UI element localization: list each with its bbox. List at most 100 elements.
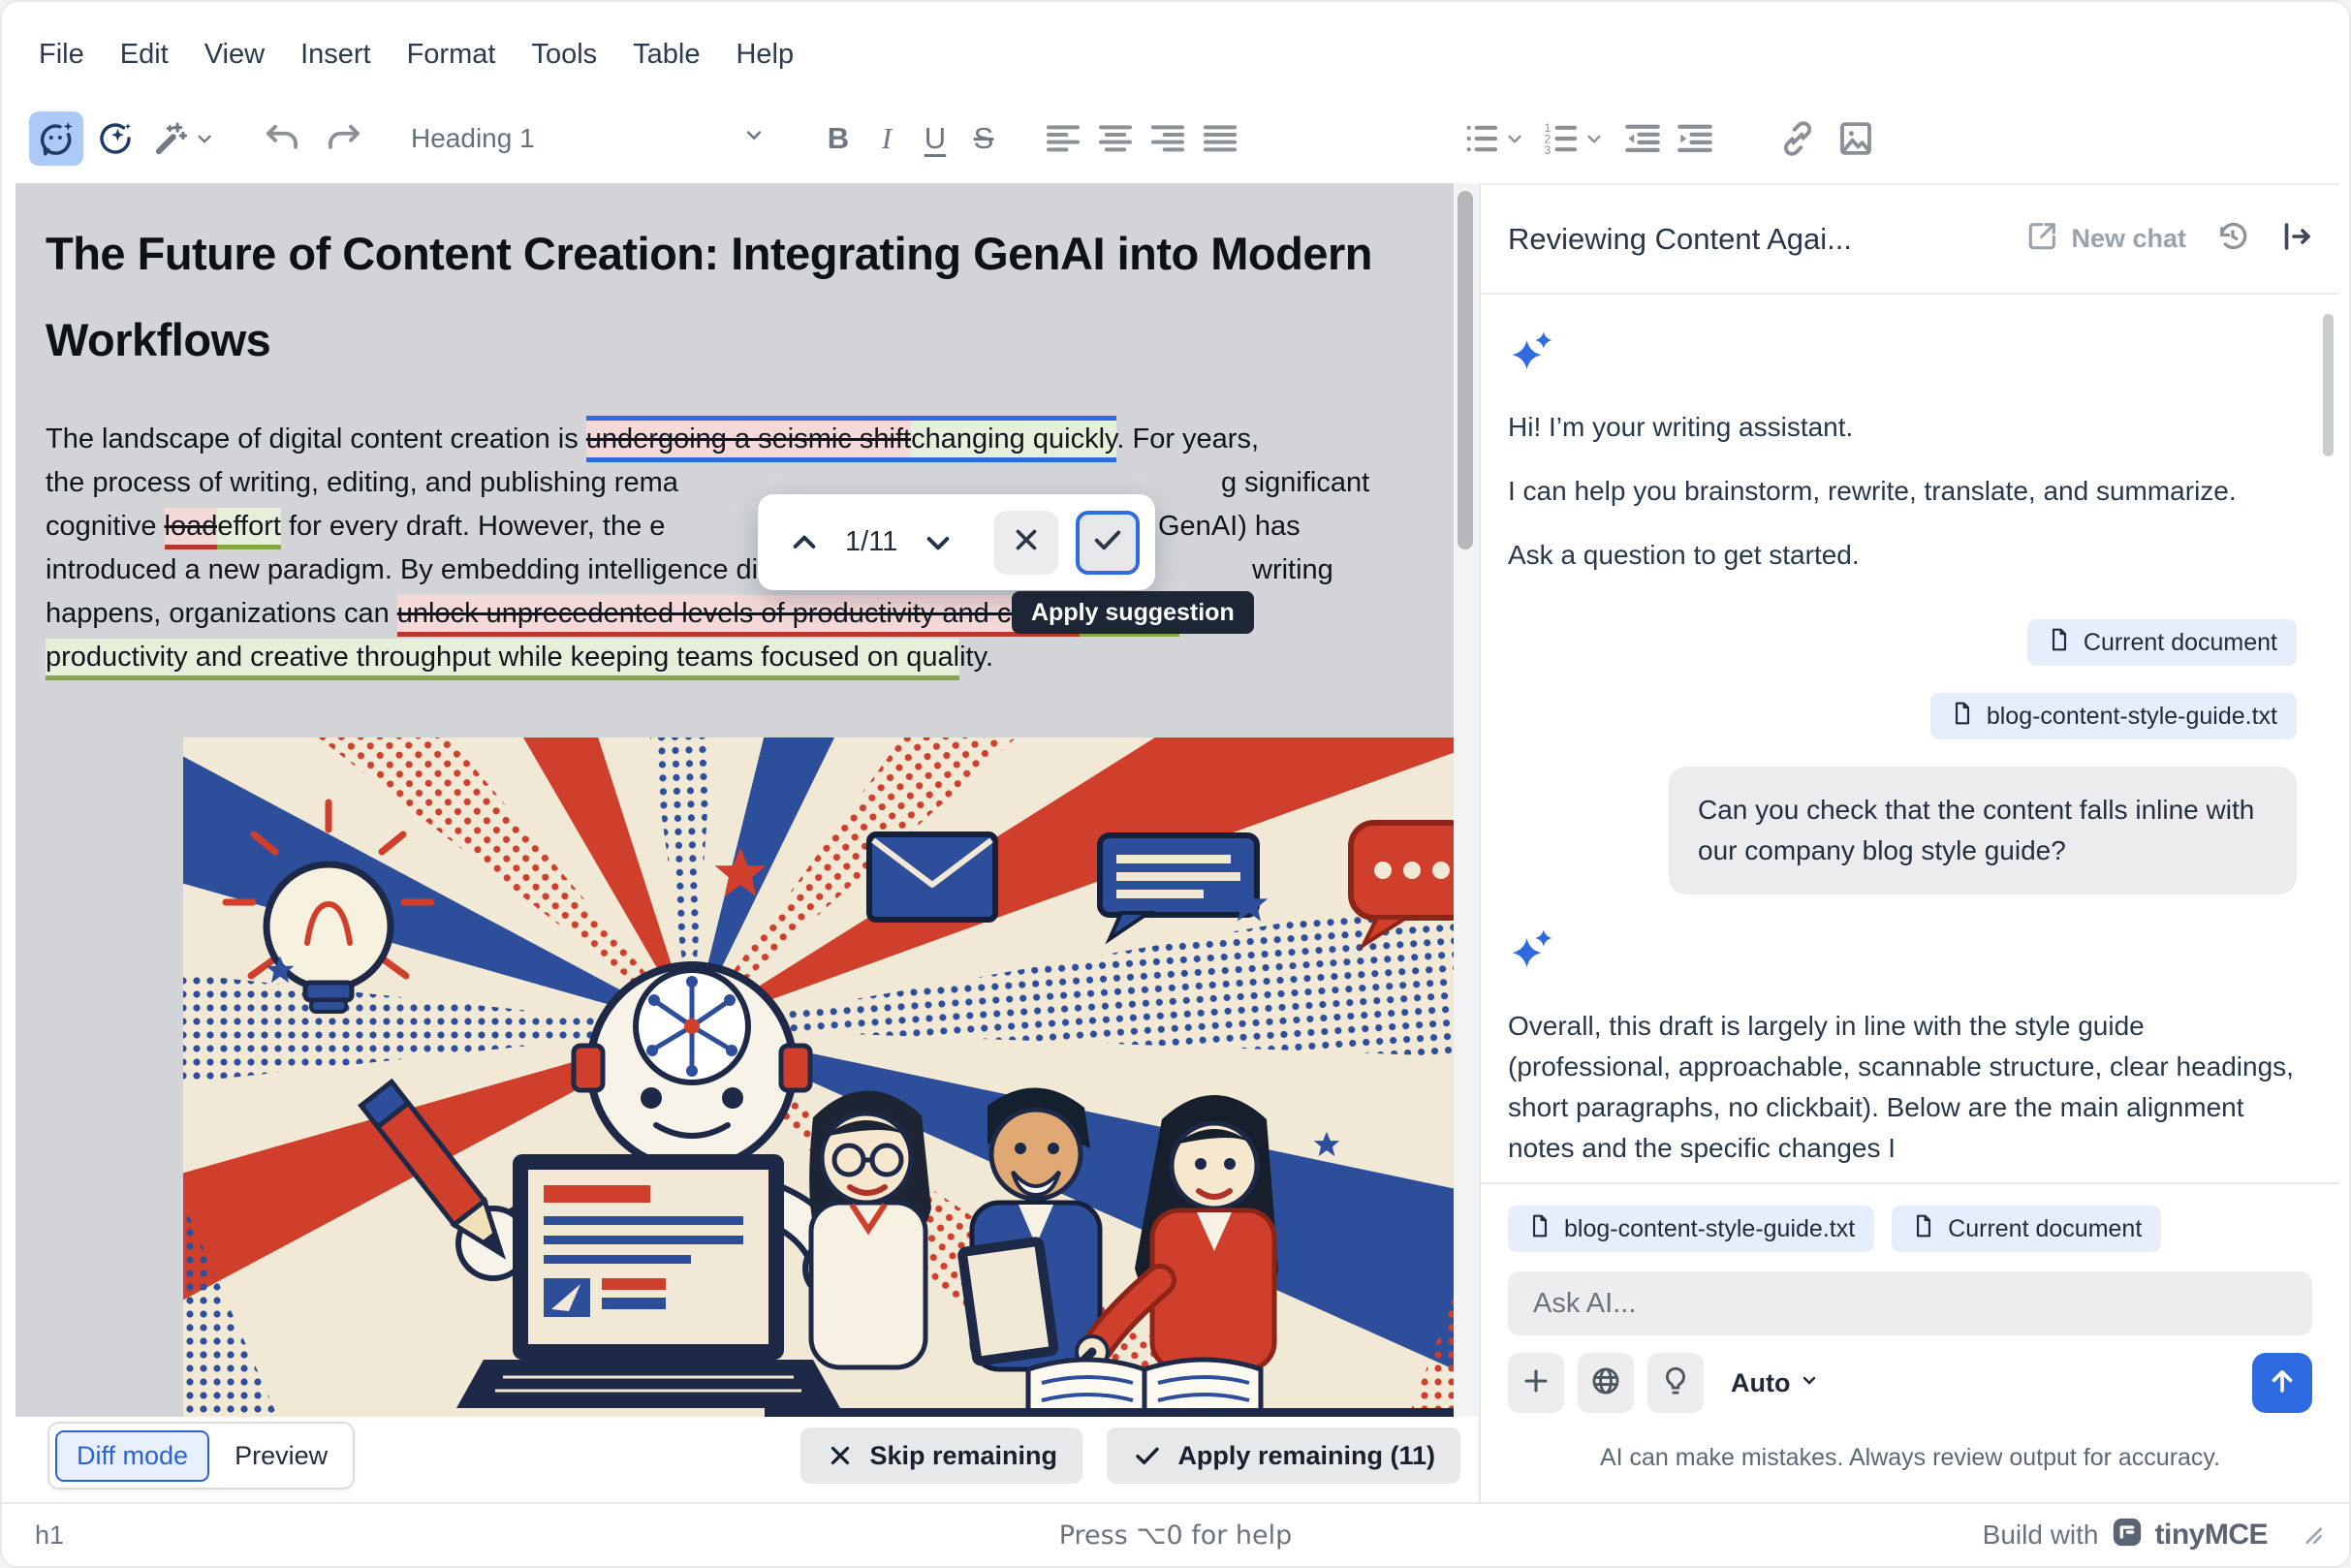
paragraph-line[interactable]: cognitive loadeffort for every draft. Ho…	[46, 505, 1386, 549]
check-icon	[1132, 1440, 1163, 1471]
redo-button[interactable]	[322, 113, 366, 164]
align-right-button[interactable]	[1145, 113, 1190, 164]
paragraph-line[interactable]: productivity and creative throughput whi…	[46, 636, 1386, 679]
document-paragraph[interactable]: The landscape of digital content creatio…	[46, 418, 1386, 679]
undo-button[interactable]	[260, 113, 304, 164]
send-button[interactable]	[2252, 1353, 2312, 1413]
diff-del[interactable]: unlock unprecedented levels of productiv…	[397, 595, 1080, 637]
tinymce-logo-icon	[2111, 1516, 2144, 1555]
editor-scrollbar[interactable]	[1454, 183, 1479, 1417]
align-left-button[interactable]	[1041, 113, 1085, 164]
apply-suggestion-button[interactable]	[1076, 511, 1140, 575]
paragraph-line[interactable]: The landscape of digital content creatio…	[46, 418, 1386, 461]
diff-ins-active[interactable]: changing quickly	[911, 416, 1116, 462]
text-run[interactable]: The landscape of digital content creatio…	[46, 423, 586, 455]
close-icon	[1010, 523, 1043, 561]
skip-remaining-button[interactable]: Skip remaining	[800, 1427, 1082, 1484]
image-button[interactable]	[1834, 113, 1878, 164]
italic-button[interactable]: I	[864, 113, 909, 164]
editor-canvas[interactable]: The Future of Content Creation: Integrat…	[16, 183, 1479, 1417]
text-run[interactable]: . For years,	[1116, 423, 1259, 455]
block-format-select[interactable]: Heading 1	[393, 110, 781, 168]
magic-wand-button[interactable]	[151, 118, 217, 159]
chat-transcript[interactable]: Hi! I’m your writing assistant. I can he…	[1481, 297, 2339, 1182]
reject-suggestion-button[interactable]	[994, 511, 1058, 575]
text-run[interactable]: for every draft. However, the e	[281, 511, 666, 542]
ai-review-button[interactable]	[93, 113, 138, 164]
menu-table[interactable]: Table	[633, 39, 700, 71]
menu-insert[interactable]: Insert	[300, 39, 371, 71]
align-right-icon	[1148, 119, 1187, 158]
editor-scrollbar-thumb[interactable]	[1458, 191, 1473, 549]
outdent-button[interactable]	[1620, 113, 1665, 164]
chat-history-button[interactable]	[2215, 219, 2250, 259]
composer-chip-current-document[interactable]: Current document	[1892, 1206, 2161, 1252]
align-center-icon	[1096, 119, 1135, 158]
bullet-list-button[interactable]	[1461, 118, 1527, 159]
indent-button[interactable]	[1673, 113, 1717, 164]
document-icon	[2047, 627, 2072, 659]
text-run[interactable]: g significant	[1221, 461, 1369, 505]
user-message: Can you check that the content falls inl…	[1669, 767, 2297, 894]
menu-file[interactable]: File	[39, 39, 84, 71]
text-run[interactable]: GenAI) has	[1158, 505, 1301, 549]
branding[interactable]: Build with tinyMCE	[1983, 1516, 2268, 1555]
attachment-chip-current-document[interactable]: Current document	[2027, 619, 2297, 666]
preview-button[interactable]: Preview	[215, 1432, 347, 1480]
composer-chip-label: blog-content-style-guide.txt	[1564, 1215, 1855, 1243]
outdent-icon	[1622, 118, 1663, 159]
text-run[interactable]: ity.	[959, 642, 993, 673]
strikethrough-button[interactable]: S	[961, 113, 1006, 164]
text-run[interactable]: happens, organizations can	[46, 598, 397, 629]
globe-icon	[1589, 1364, 1622, 1402]
menu-view[interactable]: View	[204, 39, 265, 71]
element-path[interactable]: h1	[35, 1521, 64, 1551]
document-title[interactable]: The Future of Content Creation: Integrat…	[46, 210, 1386, 383]
attachment-chip-style-guide[interactable]: blog-content-style-guide.txt	[1930, 693, 2297, 739]
paragraph-line[interactable]: introduced a new paradigm. By embedding …	[46, 549, 1386, 592]
apply-remaining-button[interactable]: Apply remaining (11)	[1107, 1427, 1460, 1484]
menubar: File Edit View Insert Format Tools Table…	[2, 2, 2349, 93]
document-body[interactable]: The Future of Content Creation: Integrat…	[16, 183, 1479, 1417]
document-icon	[1911, 1213, 1936, 1245]
text-run[interactable]: the process of writing, editing, and pub…	[46, 467, 678, 498]
web-search-button[interactable]	[1578, 1353, 1634, 1413]
composer-chip-label: Current document	[1948, 1215, 2142, 1243]
new-chat-button[interactable]: New chat	[2026, 219, 2186, 259]
svg-text:3: 3	[1545, 143, 1552, 157]
diff-del[interactable]: load	[165, 508, 218, 549]
bold-button[interactable]: B	[816, 113, 861, 164]
lightbulb-icon	[1659, 1364, 1692, 1402]
composer-chip-style-guide[interactable]: blog-content-style-guide.txt	[1508, 1206, 1874, 1252]
link-button[interactable]	[1775, 113, 1820, 164]
ask-ai-input[interactable]	[1508, 1271, 2312, 1335]
diff-del-active[interactable]: undergoing a seismic shift	[586, 416, 911, 462]
diff-ins[interactable]: productivity and creative throughput whi…	[46, 639, 959, 680]
text-run[interactable]: writing	[1252, 549, 1333, 592]
previous-suggestion-button[interactable]	[783, 514, 826, 572]
paragraph-line[interactable]: the process of writing, editing, and pub…	[46, 461, 1386, 505]
menu-help[interactable]: Help	[736, 39, 794, 71]
text-run[interactable]: cognitive	[46, 511, 165, 542]
menu-tools[interactable]: Tools	[531, 39, 597, 71]
mode-select[interactable]: Auto	[1731, 1368, 1821, 1398]
collapse-panel-button[interactable]	[2279, 219, 2314, 259]
add-attachment-button[interactable]	[1508, 1353, 1564, 1413]
plus-icon	[1520, 1364, 1552, 1402]
chat-scrollbar-thumb[interactable]	[2323, 314, 2334, 456]
diff-mode-button[interactable]: Diff mode	[55, 1430, 209, 1482]
align-center-button[interactable]	[1093, 113, 1138, 164]
text-run[interactable]: introduced a new paradigm. By embedding …	[46, 554, 878, 585]
menu-format[interactable]: Format	[407, 39, 496, 71]
align-justify-button[interactable]	[1198, 113, 1242, 164]
menu-edit[interactable]: Edit	[120, 39, 169, 71]
ai-assistant-button[interactable]	[29, 111, 83, 166]
numbered-list-button[interactable]: 123	[1541, 118, 1607, 159]
ideas-button[interactable]	[1647, 1353, 1704, 1413]
suggestion-navigator: 1/11	[758, 494, 1155, 590]
document-illustration[interactable]	[183, 737, 1475, 1417]
diff-ins[interactable]: effort	[217, 508, 281, 549]
resize-handle-icon[interactable]	[2299, 1521, 2324, 1552]
underline-button[interactable]: U	[913, 113, 957, 164]
next-suggestion-button[interactable]	[917, 514, 959, 572]
